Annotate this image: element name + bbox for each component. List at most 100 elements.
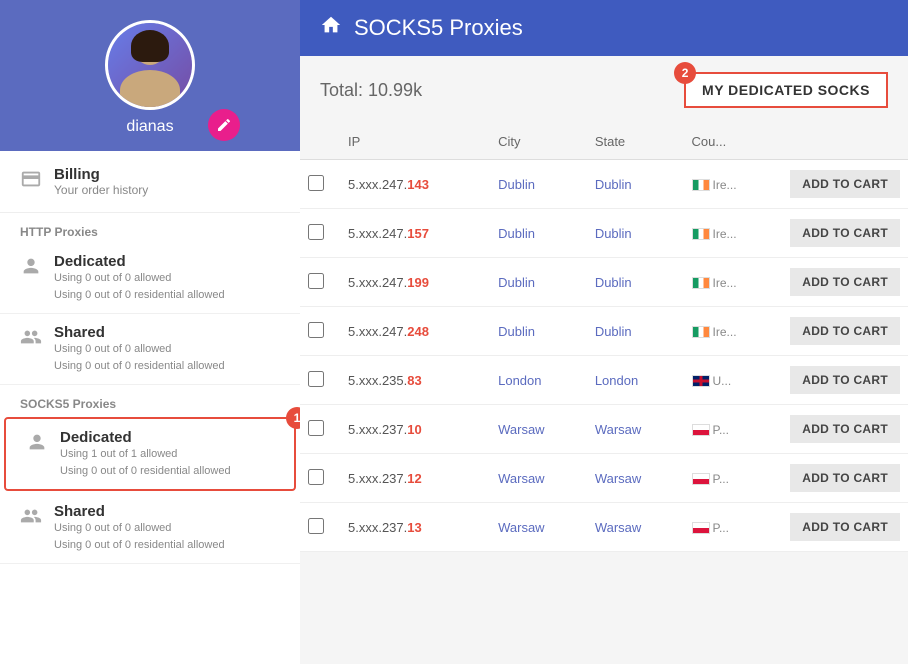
table-header-row: IP City State Cou... [300, 124, 908, 160]
socks5-shared-sub1: Using 0 out of 0 allowed [54, 520, 225, 537]
col-header-ip: IP [340, 124, 490, 160]
cell-country: Ire... [684, 307, 778, 356]
cell-country: Ire... [684, 209, 778, 258]
cell-ip: 5.xxx.247.143 [340, 160, 490, 209]
main-content: SOCKS5 Proxies Total: 10.99k MY DEDICATE… [300, 0, 908, 664]
http-dedicated-sub1: Using 0 out of 0 allowed [54, 270, 225, 287]
col-header-state: State [587, 124, 684, 160]
person-icon-socks5 [26, 431, 48, 459]
add-to-cart-button[interactable]: ADD TO CART [790, 317, 900, 345]
http-shared-content: Shared Using 0 out of 0 allowed Using 0 … [54, 324, 225, 374]
socks5-shared-title: Shared [54, 503, 225, 520]
cell-country: P... [684, 405, 778, 454]
col-header-action [778, 124, 908, 160]
row-checkbox[interactable] [308, 420, 324, 436]
table-row: 5.xxx.237.12WarsawWarsawP...ADD TO CART [300, 454, 908, 503]
cell-city: Warsaw [490, 405, 587, 454]
billing-title: Billing [54, 166, 148, 183]
sidebar-header: dianas [0, 0, 300, 151]
cell-action: ADD TO CART [778, 503, 908, 552]
billing-info: Billing Your order history [54, 166, 148, 197]
cell-state: Dublin [587, 209, 684, 258]
cell-state: Dublin [587, 307, 684, 356]
badge-2: 2 [674, 62, 696, 84]
socks5-dedicated-content: Dedicated Using 1 out of 1 allowed Using… [60, 429, 231, 479]
cell-ip: 5.xxx.247.199 [340, 258, 490, 307]
edit-profile-button[interactable] [208, 109, 240, 141]
my-dedicated-socks-button[interactable]: MY DEDICATED SOCKS [684, 72, 888, 108]
add-to-cart-button[interactable]: ADD TO CART [790, 366, 900, 394]
cell-state: Dublin [587, 160, 684, 209]
billing-menu-item[interactable]: Billing Your order history [0, 151, 300, 213]
row-checkbox[interactable] [308, 175, 324, 191]
socks5-shared-content: Shared Using 0 out of 0 allowed Using 0 … [54, 503, 225, 553]
cell-ip: 5.xxx.237.12 [340, 454, 490, 503]
row-checkbox[interactable] [308, 469, 324, 485]
add-to-cart-button[interactable]: ADD TO CART [790, 513, 900, 541]
cell-state: Warsaw [587, 405, 684, 454]
cell-ip: 5.xxx.235.83 [340, 356, 490, 405]
http-dedicated-title: Dedicated [54, 253, 225, 270]
socks5-shared-sub2: Using 0 out of 0 residential allowed [54, 537, 225, 554]
cell-action: ADD TO CART [778, 356, 908, 405]
pencil-icon [216, 117, 232, 133]
cell-ip: 5.xxx.237.10 [340, 405, 490, 454]
cell-state: London [587, 356, 684, 405]
row-checkbox[interactable] [308, 371, 324, 387]
row-checkbox[interactable] [308, 322, 324, 338]
cell-state: Dublin [587, 258, 684, 307]
total-count: Total: 10.99k [320, 80, 422, 101]
cell-action: ADD TO CART [778, 405, 908, 454]
cell-city: London [490, 356, 587, 405]
cell-country: U... [684, 356, 778, 405]
table-row: 5.xxx.247.248DublinDublinIre...ADD TO CA… [300, 307, 908, 356]
sidebar-item-http-shared[interactable]: Shared Using 0 out of 0 allowed Using 0 … [0, 314, 300, 385]
col-header-country: Cou... [684, 124, 778, 160]
add-to-cart-button[interactable]: ADD TO CART [790, 170, 900, 198]
billing-icon [20, 168, 42, 195]
sidebar-item-http-dedicated[interactable]: Dedicated Using 0 out of 0 allowed Using… [0, 243, 300, 314]
add-to-cart-button[interactable]: ADD TO CART [790, 268, 900, 296]
col-header-checkbox [300, 124, 340, 160]
cell-state: Warsaw [587, 454, 684, 503]
group-icon-socks5 [20, 505, 42, 533]
row-checkbox[interactable] [308, 224, 324, 240]
socks5-dedicated-sub1: Using 1 out of 1 allowed [60, 446, 231, 463]
cell-action: ADD TO CART [778, 307, 908, 356]
cell-ip: 5.xxx.247.248 [340, 307, 490, 356]
cell-city: Dublin [490, 258, 587, 307]
cell-city: Warsaw [490, 454, 587, 503]
main-header: SOCKS5 Proxies [300, 0, 908, 56]
cell-city: Dublin [490, 209, 587, 258]
http-proxies-section-label: HTTP Proxies [0, 213, 300, 243]
http-shared-title: Shared [54, 324, 225, 341]
avatar [105, 20, 195, 110]
sidebar-item-socks5-shared[interactable]: Shared Using 0 out of 0 allowed Using 0 … [0, 493, 300, 564]
add-to-cart-button[interactable]: ADD TO CART [790, 464, 900, 492]
row-checkbox[interactable] [308, 518, 324, 534]
table-row: 5.xxx.235.83LondonLondonU...ADD TO CART [300, 356, 908, 405]
http-shared-sub2: Using 0 out of 0 residential allowed [54, 358, 225, 375]
socks5-proxies-section-label: SOCKS5 Proxies [0, 385, 300, 415]
cell-country: Ire... [684, 258, 778, 307]
sidebar-item-socks5-dedicated[interactable]: Dedicated Using 1 out of 1 allowed Using… [4, 417, 296, 491]
cell-country: P... [684, 454, 778, 503]
cell-ip: 5.xxx.237.13 [340, 503, 490, 552]
proxy-table: IP City State Cou... 5.xxx.247.143Dublin… [300, 124, 908, 552]
cell-country: P... [684, 503, 778, 552]
table-row: 5.xxx.247.199DublinDublinIre...ADD TO CA… [300, 258, 908, 307]
cell-action: ADD TO CART [778, 454, 908, 503]
dedicated-btn-wrapper: MY DEDICATED SOCKS 2 [684, 72, 888, 108]
add-to-cart-button[interactable]: ADD TO CART [790, 415, 900, 443]
table-row: 5.xxx.237.13WarsawWarsawP...ADD TO CART [300, 503, 908, 552]
cell-ip: 5.xxx.247.157 [340, 209, 490, 258]
sidebar: dianas Billing Your order history HTTP P… [0, 0, 300, 664]
home-icon[interactable] [320, 14, 342, 42]
add-to-cart-button[interactable]: ADD TO CART [790, 219, 900, 247]
row-checkbox[interactable] [308, 273, 324, 289]
http-dedicated-content: Dedicated Using 0 out of 0 allowed Using… [54, 253, 225, 303]
socks5-dedicated-title: Dedicated [60, 429, 231, 446]
username-label: dianas [126, 118, 173, 136]
http-dedicated-sub2: Using 0 out of 0 residential allowed [54, 287, 225, 304]
main-body: Total: 10.99k MY DEDICATED SOCKS 2 IP Ci… [300, 56, 908, 664]
